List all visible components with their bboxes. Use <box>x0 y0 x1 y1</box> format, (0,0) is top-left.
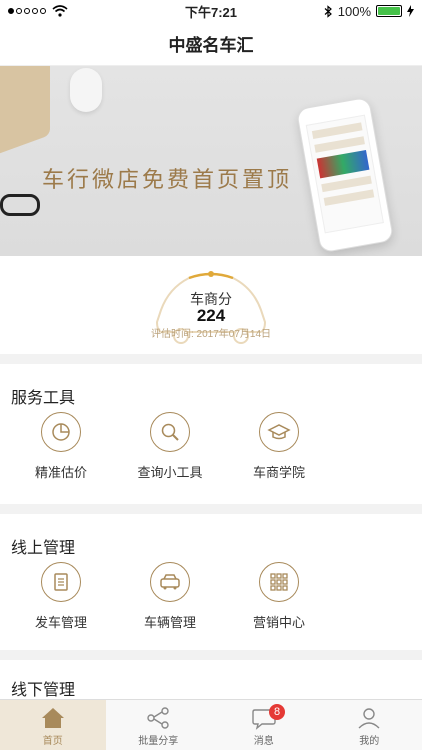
promo-banner[interactable]: 车行微店免费首页置顶 <box>0 66 422 256</box>
graduation-cap-icon <box>259 412 299 452</box>
section-title: 线下管理 <box>11 682 76 699</box>
dealer-score-card[interactable]: 车商分 224 评估时间: 2017年07月14日 <box>0 256 422 354</box>
tab-label: 批量分享 <box>138 736 179 747</box>
tab-mine[interactable]: 我的 <box>317 700 422 750</box>
pie-chart-icon <box>41 412 81 452</box>
offline-management-section: 线下管理 <box>0 660 422 700</box>
nav-bar: 中盛名车汇 <box>0 22 422 66</box>
mouse-image <box>70 68 102 112</box>
glasses-image <box>0 194 40 216</box>
precise-valuation-button[interactable]: 精准估价 <box>12 412 110 481</box>
tool-label: 查询小工具 <box>137 465 203 480</box>
phone-image <box>295 96 395 254</box>
tool-label: 精准估价 <box>34 465 87 480</box>
grid-icon <box>259 562 299 602</box>
page-title: 中盛名车汇 <box>168 36 254 55</box>
share-icon <box>147 707 169 729</box>
tab-bar: 首页 批量分享 8 消息 我的 <box>0 699 422 750</box>
status-bar: 下午7:21 100% <box>0 0 422 22</box>
battery-percent: 100% <box>337 3 371 19</box>
publish-car-button[interactable]: 发车管理 <box>12 562 110 631</box>
search-icon <box>150 412 190 452</box>
tab-home[interactable]: 首页 <box>0 700 106 750</box>
tab-label: 消息 <box>253 736 274 747</box>
bluetooth-icon <box>324 4 332 18</box>
tool-label: 发车管理 <box>34 615 87 630</box>
status-right: 100% <box>324 4 414 19</box>
section-title: 线上管理 <box>11 540 76 557</box>
wifi-icon <box>52 5 68 17</box>
message-badge: 8 <box>269 704 285 720</box>
tab-label: 首页 <box>42 736 63 747</box>
tab-batch-share[interactable]: 批量分享 <box>106 700 212 750</box>
banner-text: 车行微店免费首页置顶 <box>42 168 293 193</box>
tab-label: 我的 <box>359 736 380 747</box>
online-management-section: 线上管理 发车管理 车辆管理 营销中心 <box>0 514 422 650</box>
tool-label: 车商学院 <box>252 465 305 480</box>
clipboard-icon <box>41 562 81 602</box>
home-icon <box>41 708 64 728</box>
charging-icon <box>407 5 414 17</box>
tool-label: 车辆管理 <box>143 615 196 630</box>
service-tools-section: 服务工具 精准估价 查询小工具 车商学院 <box>0 364 422 504</box>
marketing-center-button[interactable]: 营销中心 <box>230 562 328 631</box>
user-icon <box>358 708 380 729</box>
vehicle-management-button[interactable]: 车辆管理 <box>121 562 219 631</box>
score-date: 评估时间: 2017年07月14日 <box>150 329 272 340</box>
tool-label: 营销中心 <box>252 615 305 630</box>
score-value: 224 <box>196 306 226 325</box>
tab-messages[interactable]: 8 消息 <box>211 700 317 750</box>
signal-group <box>8 5 68 17</box>
signal-strength-icon <box>8 8 46 14</box>
dealer-academy-button[interactable]: 车商学院 <box>230 412 328 481</box>
query-tools-button[interactable]: 查询小工具 <box>121 412 219 481</box>
section-title: 服务工具 <box>11 390 76 407</box>
battery-icon <box>376 5 402 17</box>
laptop-image <box>0 66 50 157</box>
car-icon <box>150 562 190 602</box>
